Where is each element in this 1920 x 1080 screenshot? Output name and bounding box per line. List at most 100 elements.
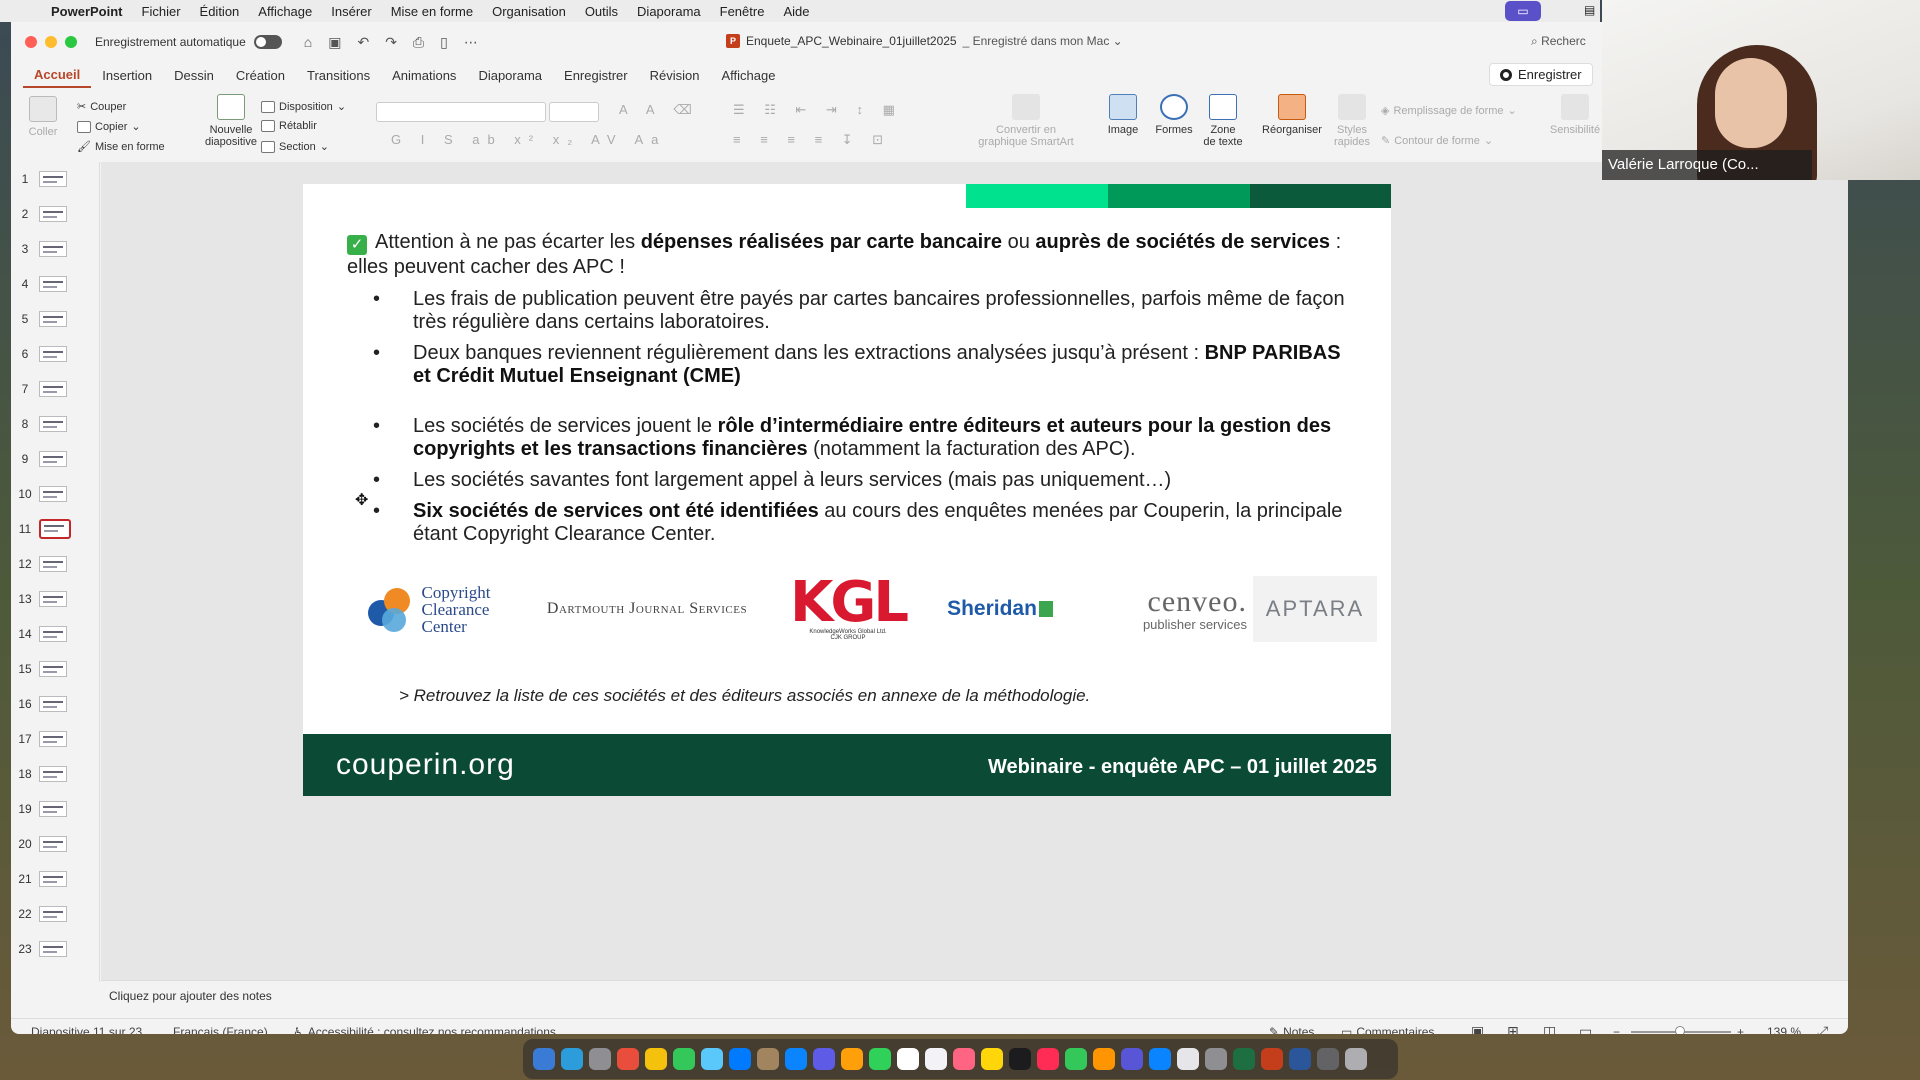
slide-thumbnail[interactable]: 17 <box>11 727 91 751</box>
document-title-area[interactable]: P Enquete_APC_Webinaire_01juillet2025 _ … <box>726 34 1123 48</box>
reset-button[interactable]: Rétablir <box>261 120 317 132</box>
language-indicator[interactable]: Français (France) <box>173 1025 268 1035</box>
slide-thumbnail[interactable]: 4 <box>11 272 91 296</box>
slide-thumbnail[interactable]: 16 <box>11 692 91 716</box>
zoom-app-icon[interactable] <box>1121 1048 1143 1070</box>
tab-slideshow[interactable]: Diaporama <box>467 62 553 88</box>
slide-thumbnail[interactable]: 5 <box>11 307 91 331</box>
maps-icon[interactable] <box>701 1048 723 1070</box>
home-icon[interactable]: ⌂ <box>304 34 312 51</box>
shape-fill-button[interactable]: ◈ Remplissage de forme ⌄ <box>1381 104 1517 118</box>
settings-icon[interactable] <box>1205 1048 1227 1070</box>
quick-styles-button[interactable]: Styles rapides <box>1329 94 1375 148</box>
notes-app-icon[interactable] <box>981 1048 1003 1070</box>
appstore-2-icon[interactable] <box>1149 1048 1171 1070</box>
messages-icon[interactable] <box>673 1048 695 1070</box>
firefox-icon[interactable] <box>617 1048 639 1070</box>
font-size-buttons[interactable]: A A ⌫ <box>619 102 700 118</box>
tab-animations[interactable]: Animations <box>381 62 467 88</box>
contacts-icon[interactable] <box>757 1048 779 1070</box>
normal-view-icon[interactable]: ▣ <box>1471 1023 1484 1034</box>
slide-thumbnail[interactable]: 1 <box>11 167 91 191</box>
slide-thumbnail[interactable]: 23 <box>11 937 91 961</box>
tab-view[interactable]: Affichage <box>710 62 786 88</box>
tab-transitions[interactable]: Transitions <box>296 62 381 88</box>
trash-icon[interactable] <box>1345 1048 1367 1070</box>
slide-thumbnail[interactable]: 12 <box>11 552 91 576</box>
word-icon[interactable] <box>1289 1048 1311 1070</box>
slide-thumbnail[interactable]: 2 <box>11 202 91 226</box>
textbox-button[interactable]: Zone de texte <box>1201 94 1245 148</box>
screen-share-icon[interactable]: ▭ <box>1505 1 1541 21</box>
powerpoint-icon[interactable] <box>1261 1048 1283 1070</box>
minimize-window-button[interactable] <box>45 36 57 48</box>
annex-reference-text[interactable]: > Retrouvez la liste de ces sociétés et … <box>399 686 1090 706</box>
chrome-icon[interactable] <box>645 1048 667 1070</box>
safari-icon[interactable] <box>561 1048 583 1070</box>
redo-icon[interactable]: ↷ <box>385 34 397 51</box>
arrange-button[interactable]: Réorganiser <box>1257 94 1327 136</box>
photos-icon[interactable] <box>841 1048 863 1070</box>
mail-icon[interactable] <box>729 1048 751 1070</box>
menu-insert[interactable]: Insérer <box>331 4 371 19</box>
tab-draw[interactable]: Dessin <box>163 62 225 88</box>
save-icon[interactable]: ▣ <box>328 34 341 51</box>
tab-design[interactable]: Création <box>225 62 296 88</box>
sensitivity-button[interactable]: Sensibilité <box>1547 94 1603 136</box>
menu-app-name[interactable]: PowerPoint <box>51 4 123 19</box>
reminders-icon[interactable] <box>925 1048 947 1070</box>
notes-button[interactable]: ✎ Notes <box>1269 1025 1314 1035</box>
slide-thumbnail[interactable]: 18 <box>11 762 91 786</box>
menu-file[interactable]: Fichier <box>142 4 181 19</box>
shape-outline-button[interactable]: ✎ Contour de forme ⌄ <box>1381 134 1493 148</box>
search-box[interactable]: ⌕ Recherc <box>1531 34 1586 49</box>
new-document-icon[interactable]: ▯ <box>440 34 448 51</box>
convert-smartart-button[interactable]: Convertir en graphique SmartArt <box>971 94 1081 148</box>
slide-thumbnail[interactable]: 19 <box>11 797 91 821</box>
appletv-icon[interactable] <box>1009 1048 1031 1070</box>
menu-slideshow[interactable]: Diaporama <box>637 4 701 19</box>
slide-thumbnail-active[interactable]: 11 <box>11 517 91 541</box>
comments-button[interactable]: ▭ Commentaires <box>1341 1025 1434 1035</box>
more-icon[interactable]: ⋯ <box>464 34 478 51</box>
section-button[interactable]: Section ⌄ <box>261 140 329 153</box>
facetime-icon[interactable] <box>869 1048 891 1070</box>
menu-arrange[interactable]: Organisation <box>492 4 566 19</box>
close-window-button[interactable] <box>25 36 37 48</box>
slide-thumbnail[interactable]: 13 <box>11 587 91 611</box>
record-save-button[interactable]: Enregistrer <box>1489 63 1593 86</box>
image-button[interactable]: Image <box>1103 94 1143 136</box>
tab-review[interactable]: Révision <box>639 62 711 88</box>
menu-view[interactable]: Affichage <box>258 4 312 19</box>
pages-icon[interactable] <box>1093 1048 1115 1070</box>
fit-to-window-icon[interactable]: ⤢ <box>1817 1023 1828 1034</box>
zoom-in-button[interactable]: + <box>1737 1025 1744 1035</box>
alignment-buttons[interactable]: ≡ ≡ ≡ ≡ ↧ ⊡ <box>733 132 891 148</box>
appstore-icon[interactable] <box>785 1048 807 1070</box>
slide-thumbnail[interactable]: 8 <box>11 412 91 436</box>
slide-thumbnail[interactable]: 3 <box>11 237 91 261</box>
font-size-select[interactable] <box>549 102 599 122</box>
list-buttons[interactable]: ☰ ☷ ⇤ ⇥ ↕ ▦ <box>733 102 903 118</box>
slideshow-view-icon[interactable]: ▭ <box>1579 1023 1592 1034</box>
font-style-buttons[interactable]: G I S ab x² x₂ AV Aa <box>391 132 666 147</box>
cut-button[interactable]: ✂ Couper <box>77 100 126 114</box>
bullet-list-services[interactable]: Les sociétés de services jouent le rôle … <box>373 415 1349 554</box>
teams-icon[interactable] <box>813 1048 835 1070</box>
format-painter-button[interactable]: 🖌 Mise en forme <box>77 140 165 154</box>
menu-help[interactable]: Aide <box>783 4 809 19</box>
slide-thumbnail[interactable]: 6 <box>11 342 91 366</box>
slide-thumbnail[interactable]: 7 <box>11 377 91 401</box>
launchpad-icon[interactable] <box>589 1048 611 1070</box>
music-icon[interactable] <box>1037 1048 1059 1070</box>
print-icon[interactable]: ⎙ <box>413 34 424 51</box>
slide-thumbnail[interactable]: 14 <box>11 622 91 646</box>
zoom-level[interactable]: 139 % <box>1767 1025 1801 1035</box>
menu-tools[interactable]: Outils <box>585 4 618 19</box>
freeform-icon[interactable] <box>953 1048 975 1070</box>
autosave-toggle[interactable] <box>253 35 282 49</box>
tab-insert[interactable]: Insertion <box>91 62 163 88</box>
undo-icon[interactable]: ↶ <box>357 34 369 51</box>
notes-pane[interactable]: Cliquez pour ajouter des notes <box>101 980 1848 1018</box>
menu-window[interactable]: Fenêtre <box>720 4 765 19</box>
